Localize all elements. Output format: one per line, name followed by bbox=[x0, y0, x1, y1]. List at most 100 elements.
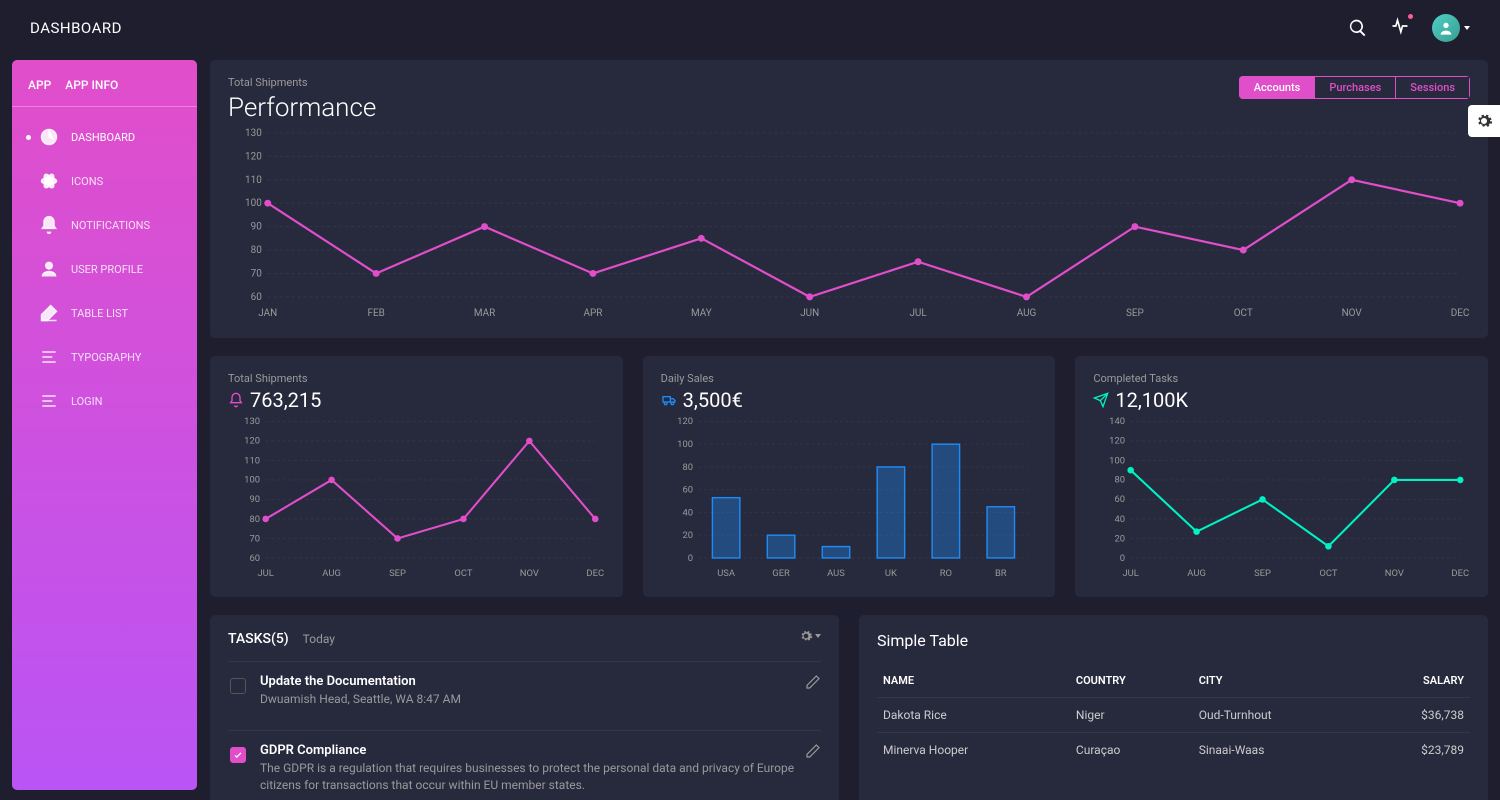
sidebar-item-typography[interactable]: TYPOGRAPHY bbox=[12, 335, 197, 379]
svg-text:20: 20 bbox=[682, 530, 693, 541]
svg-text:AUG: AUG bbox=[1188, 568, 1207, 579]
svg-text:80: 80 bbox=[249, 513, 260, 524]
svg-text:USA: USA bbox=[717, 568, 736, 579]
svg-text:70: 70 bbox=[249, 533, 260, 544]
tab-accounts[interactable]: Accounts bbox=[1239, 76, 1316, 99]
svg-text:UK: UK bbox=[885, 568, 897, 579]
settings-fab[interactable] bbox=[1468, 105, 1500, 137]
svg-text:JUL: JUL bbox=[257, 568, 273, 579]
sales-chart: 020406080100120USAGERAUSUKROBR bbox=[661, 412, 1038, 582]
sales-value: 3,500€ bbox=[683, 388, 743, 412]
table-header: COUNTRY bbox=[1070, 664, 1193, 698]
page-title: DASHBOARD bbox=[30, 19, 122, 37]
svg-text:120: 120 bbox=[677, 416, 693, 427]
task-description: The GDPR is a regulation that requires b… bbox=[260, 760, 795, 794]
completed-chart: 020406080100120140JULAUGSEPOCTNOVDEC bbox=[1093, 412, 1470, 582]
sidebar-item-label: DASHBOARD bbox=[71, 131, 135, 144]
send-icon bbox=[1093, 392, 1109, 408]
svg-text:60: 60 bbox=[249, 553, 260, 564]
svg-text:NOV: NOV bbox=[1342, 308, 1363, 319]
table-header: SALARY bbox=[1361, 664, 1470, 698]
task-edit-button[interactable] bbox=[805, 674, 821, 694]
svg-text:FEB: FEB bbox=[367, 308, 384, 319]
svg-text:AUS: AUS bbox=[827, 568, 845, 579]
svg-text:90: 90 bbox=[249, 494, 260, 505]
svg-text:100: 100 bbox=[677, 439, 693, 450]
svg-text:130: 130 bbox=[244, 416, 260, 427]
svg-text:AUG: AUG bbox=[322, 568, 341, 579]
sidebar-item-label: NOTIFICATIONS bbox=[71, 219, 150, 232]
svg-text:OCT: OCT bbox=[454, 568, 472, 579]
tab-sessions[interactable]: Sessions bbox=[1396, 76, 1470, 99]
svg-text:20: 20 bbox=[1115, 533, 1126, 544]
svg-text:MAR: MAR bbox=[474, 308, 495, 319]
tasks-settings-button[interactable] bbox=[799, 629, 821, 643]
svg-text:120: 120 bbox=[245, 151, 262, 162]
svg-text:80: 80 bbox=[682, 461, 693, 472]
task-checkbox[interactable] bbox=[230, 678, 246, 694]
svg-text:DEC: DEC bbox=[586, 568, 604, 579]
svg-text:SEP: SEP bbox=[1254, 568, 1271, 579]
svg-text:NOV: NOV bbox=[520, 568, 539, 579]
tab-purchases[interactable]: Purchases bbox=[1315, 76, 1396, 99]
avatar bbox=[1432, 14, 1460, 42]
tasks-card: TASKS(5) Today Update the DocumentationD… bbox=[210, 615, 839, 800]
sidebar-item-table-list[interactable]: TABLE LIST bbox=[12, 291, 197, 335]
svg-text:60: 60 bbox=[1115, 494, 1126, 505]
table-row: Minerva HooperCuraçaoSinaai-Waas$23,789 bbox=[877, 733, 1470, 768]
shipments-subtitle: Total Shipments bbox=[228, 372, 605, 385]
svg-text:0: 0 bbox=[687, 553, 692, 564]
sidebar-item-label: USER PROFILE bbox=[71, 263, 143, 276]
task-title: GDPR Compliance bbox=[260, 743, 795, 758]
sidebar: APP APP INFO DASHBOARD ICONS NOTIFICATIONS… bbox=[12, 60, 197, 790]
sidebar-item-label: TYPOGRAPHY bbox=[71, 351, 141, 364]
sidebar-item-notifications[interactable]: NOTIFICATIONS bbox=[12, 203, 197, 247]
table-header: NAME bbox=[877, 664, 1070, 698]
activity-icon[interactable] bbox=[1390, 16, 1410, 40]
sidebar-item-icons[interactable]: ICONS bbox=[12, 159, 197, 203]
user-menu[interactable] bbox=[1432, 14, 1470, 42]
svg-text:BR: BR bbox=[995, 568, 1007, 579]
sales-subtitle: Daily Sales bbox=[661, 372, 1038, 385]
svg-text:110: 110 bbox=[245, 175, 262, 186]
svg-text:70: 70 bbox=[251, 268, 263, 279]
svg-text:80: 80 bbox=[1115, 474, 1126, 485]
sidebar-header: APP APP INFO bbox=[12, 60, 197, 107]
sidebar-item-user-profile[interactable]: USER PROFILE bbox=[12, 247, 197, 291]
svg-text:JUL: JUL bbox=[909, 308, 927, 319]
svg-text:NOV: NOV bbox=[1385, 568, 1404, 579]
sidebar-item-label: TABLE LIST bbox=[71, 307, 128, 320]
tasks-title: TASKS(5) bbox=[228, 631, 289, 647]
svg-text:120: 120 bbox=[1110, 435, 1126, 446]
sidebar-item-label: LOGIN bbox=[71, 395, 102, 408]
performance-tabs: AccountsPurchasesSessions bbox=[1239, 76, 1470, 99]
task-description: Dwuamish Head, Seattle, WA 8:47 AM bbox=[260, 691, 795, 708]
sidebar-item-dashboard[interactable]: DASHBOARD bbox=[12, 115, 197, 159]
tasks-subtitle: Today bbox=[303, 632, 335, 646]
svg-text:40: 40 bbox=[682, 507, 693, 518]
completed-card: Completed Tasks 12,100K 0204060801001201… bbox=[1075, 356, 1488, 598]
svg-text:DEC: DEC bbox=[1452, 568, 1470, 579]
svg-text:100: 100 bbox=[245, 198, 262, 209]
search-icon[interactable] bbox=[1348, 18, 1368, 38]
svg-text:AUG: AUG bbox=[1017, 308, 1037, 319]
sidebar-item-login[interactable]: LOGIN bbox=[12, 379, 197, 423]
svg-text:JAN: JAN bbox=[258, 308, 277, 319]
svg-text:OCT: OCT bbox=[1234, 308, 1253, 319]
svg-text:40: 40 bbox=[1115, 513, 1126, 524]
shipments-chart: 60708090100110120130JULAUGSEPOCTNOVDEC bbox=[228, 412, 605, 582]
performance-card: Total Shipments Performance AccountsPurc… bbox=[210, 60, 1488, 338]
svg-text:DEC: DEC bbox=[1451, 308, 1470, 319]
task-checkbox[interactable] bbox=[230, 747, 246, 763]
completed-value: 12,100K bbox=[1115, 388, 1188, 412]
svg-text:90: 90 bbox=[251, 222, 263, 233]
svg-text:JUL: JUL bbox=[1123, 568, 1139, 579]
bell-icon bbox=[228, 392, 244, 408]
svg-text:JUN: JUN bbox=[800, 308, 819, 319]
svg-text:GER: GER bbox=[772, 568, 790, 579]
task-edit-button[interactable] bbox=[805, 743, 821, 763]
table-title: Simple Table bbox=[877, 631, 1470, 650]
svg-text:80: 80 bbox=[251, 245, 263, 256]
shipments-card: Total Shipments 763,215 6070809010011012… bbox=[210, 356, 623, 598]
svg-text:0: 0 bbox=[1120, 553, 1125, 564]
